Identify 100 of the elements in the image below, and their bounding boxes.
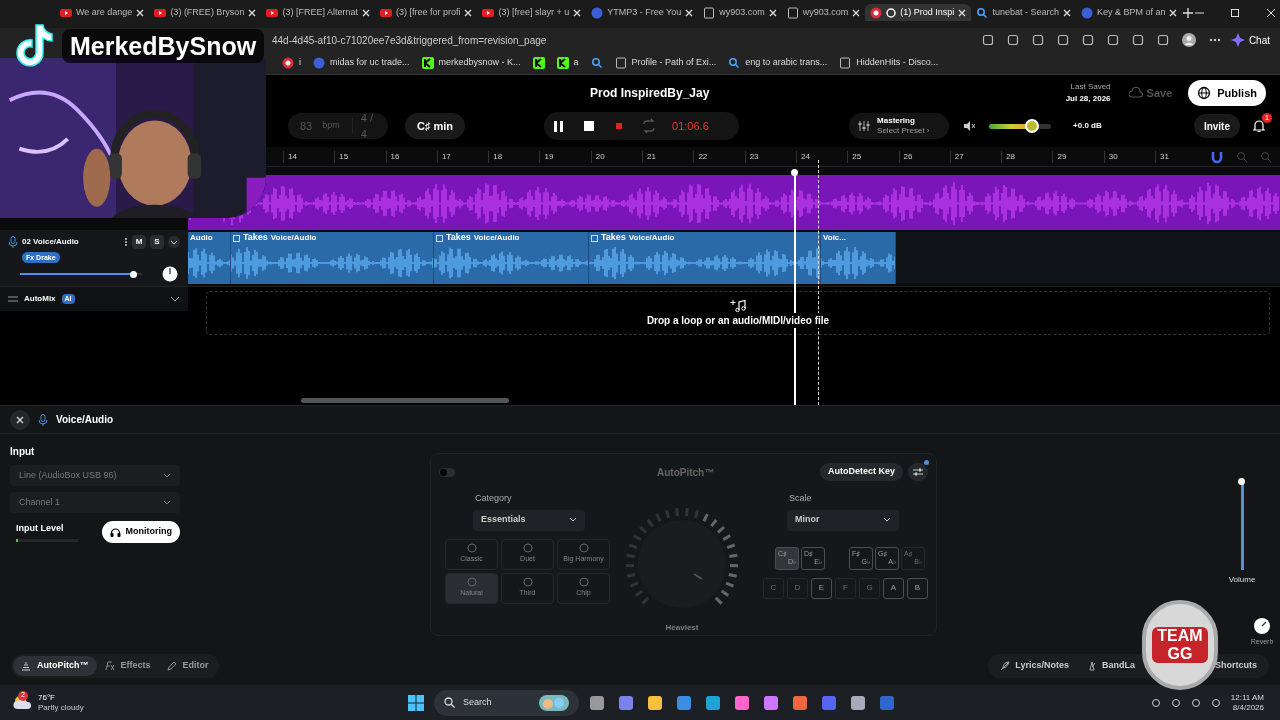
key-button[interactable]: A (883, 577, 904, 599)
monitor-app-icon[interactable] (879, 694, 895, 711)
bookmark[interactable]: HiddenHits - Disco... (839, 56, 939, 70)
preset-icon (578, 543, 589, 554)
tool-button[interactable]: Shortcuts (1215, 659, 1257, 673)
slider-thumb[interactable] (1025, 119, 1040, 133)
chat-button[interactable]: Chat (1230, 32, 1270, 48)
browser-tab[interactable]: (1) Prod Inspi (865, 4, 972, 21)
key-button[interactable]: F (835, 577, 856, 599)
close-button[interactable] (10, 409, 30, 430)
browser-tab[interactable]: (3) (FREE) Bryson (149, 4, 262, 21)
scrollbar-thumb[interactable] (301, 397, 509, 403)
search-field[interactable]: Search (434, 689, 579, 716)
task-view-icon[interactable] (589, 694, 605, 711)
bookmark[interactable] (532, 57, 545, 69)
audio-clip[interactable]: Takes Voice/Audio (434, 232, 589, 284)
slider-thumb[interactable] (130, 270, 138, 278)
audio-clip[interactable]: Voic... (821, 232, 896, 284)
reverb-knob-icon[interactable] (1254, 618, 1270, 634)
bookmark[interactable]: a (556, 56, 579, 70)
scale-dropdown[interactable]: Minor (787, 509, 899, 531)
mute-button[interactable]: M (132, 235, 146, 249)
store-icon[interactable] (676, 694, 692, 711)
monitoring-button[interactable]: Monitoring (101, 521, 180, 543)
key-button[interactable]: C (763, 577, 784, 599)
browser-tab[interactable]: Key & BPM of an (1075, 4, 1183, 21)
bookmark[interactable]: midas for uc trade... (313, 56, 410, 70)
invite-button[interactable]: Invite (1193, 114, 1240, 138)
browser-tab[interactable]: (3) [free] slayr + u (477, 4, 587, 21)
browser-tab[interactable]: (3) [free for profi (374, 4, 478, 21)
autopitch-icon (21, 661, 31, 671)
key-button[interactable]: E (811, 577, 832, 599)
key-button[interactable]: D (787, 577, 808, 599)
browser-tab[interactable]: (3) [FREE] Alternat (261, 4, 375, 21)
more-icon[interactable] (124, 237, 128, 247)
chevron-icon[interactable] (170, 295, 180, 303)
solo-button[interactable]: S (150, 235, 164, 249)
settings-icon[interactable] (850, 694, 866, 711)
chevron-icon[interactable] (168, 236, 180, 248)
power-toggle[interactable] (439, 467, 455, 477)
bookmark[interactable]: eng to arabic trans... (728, 56, 828, 70)
mastering-button[interactable]: Mastering Select Preset › (849, 113, 950, 139)
browser-tab[interactable]: wy903.com (698, 4, 782, 21)
key-button[interactable]: G (859, 577, 880, 599)
channel-dropdown[interactable]: Channel 1 (10, 492, 180, 513)
tool-button[interactable]: Lyrics/Notes (1000, 659, 1069, 673)
preset-icon (522, 577, 533, 588)
heart-app-icon[interactable] (734, 694, 750, 711)
copilot-icon[interactable] (763, 694, 779, 711)
folder-icon[interactable] (647, 694, 663, 711)
tool-button[interactable]: BandLa (1086, 659, 1135, 673)
windows-start-icon[interactable] (408, 694, 424, 711)
audio-clip[interactable]: Takes Voice/Audio (231, 232, 434, 284)
globe-icon (1197, 86, 1212, 100)
audio-clip[interactable]: Takes Voice/Audio (589, 232, 821, 284)
clock[interactable]: 12:11 AM 8/4/2026 (1230, 692, 1264, 713)
browser-tab[interactable]: We are dange (55, 4, 150, 21)
video-site-icon (154, 6, 167, 19)
track-volume-slider[interactable] (20, 270, 142, 278)
input-dropdown[interactable]: Line (AudioBox USB 96) (10, 465, 180, 486)
audio-clip[interactable]: Audio (188, 232, 231, 284)
profile-avatar-icon[interactable] (1181, 33, 1196, 47)
video-site-icon (379, 6, 392, 19)
browser-icon[interactable] (705, 694, 721, 711)
settings-button[interactable] (908, 463, 928, 481)
browser-tab[interactable]: wy903.com (781, 4, 866, 21)
key-button[interactable]: C♯ min (405, 113, 466, 139)
bookmark[interactable]: Profile - Path of Exi... (614, 56, 717, 70)
more-icon[interactable] (1208, 38, 1221, 42)
bookmark[interactable]: i (282, 56, 301, 70)
bell-icon[interactable] (1252, 119, 1266, 133)
bookmark[interactable]: merkedbysnow - K... (421, 56, 521, 70)
new-tab-icon[interactable] (1182, 7, 1195, 19)
master-volume-slider[interactable] (989, 119, 1052, 133)
bookmark[interactable] (590, 57, 603, 69)
bar-number: 18 (488, 150, 540, 163)
pan-knob-icon[interactable] (162, 266, 178, 282)
category-dropdown[interactable]: Essentials (473, 509, 585, 531)
clip-name: Voic... (823, 232, 846, 244)
address-field[interactable]: 44d-4d45-af10-c71020ee7e3d&triggered_from=revision_page (272, 32, 982, 48)
browser-tab[interactable]: tunebat - Search (971, 4, 1076, 21)
slider-thumb[interactable] (1238, 477, 1245, 485)
magnet-icon[interactable] (1210, 149, 1224, 164)
audio-clip[interactable] (188, 175, 1280, 230)
discord-icon[interactable] (821, 694, 837, 711)
key-button[interactable]: B (907, 577, 928, 599)
maximize-icon[interactable] (1230, 8, 1241, 18)
publish-button[interactable]: Publish (1188, 80, 1266, 106)
panel-tab[interactable]: Effects (96, 656, 159, 676)
close-icon[interactable] (1266, 8, 1277, 18)
browser-tab[interactable]: YTMP3 - Free You (586, 4, 699, 21)
panel-tab[interactable]: AutoPitch™ (13, 656, 97, 676)
autodetect-key-button[interactable]: AutoDetect Key (820, 463, 903, 481)
mute-speaker-icon[interactable] (963, 120, 976, 132)
grid-app-icon[interactable] (792, 694, 808, 711)
playhead-handle[interactable] (791, 169, 798, 176)
drop-zone[interactable]: Drop a loop or an audio/MIDI/video file (206, 291, 1270, 335)
panel-tab[interactable]: Editor (158, 656, 217, 676)
teams-icon[interactable] (618, 694, 634, 711)
site-icon (556, 57, 569, 69)
